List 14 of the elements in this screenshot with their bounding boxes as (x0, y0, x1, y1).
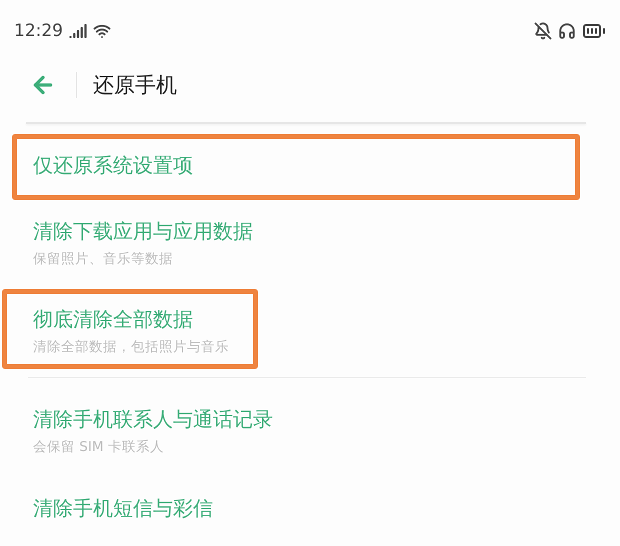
signal-icon (69, 22, 87, 40)
wifi-icon (93, 22, 111, 40)
option-title[interactable]: 清除手机联系人与通话记录 (33, 406, 561, 433)
option-title[interactable]: 清除手机短信与彩信 (33, 495, 561, 522)
page-title: 还原手机 (93, 72, 177, 99)
option-title[interactable]: 彻底清除全部数据 (33, 306, 229, 333)
muted-bell-icon (534, 22, 552, 40)
option-title[interactable]: 仅还原系统设置项 (33, 152, 561, 179)
headphones-icon (558, 22, 576, 40)
status-time: 12:29 (14, 21, 63, 41)
option-subtitle: 保留照片、音乐等数据 (33, 250, 174, 268)
option-subtitle: 会保留 SIM 卡联系人 (33, 438, 165, 456)
option-title[interactable]: 清除下载应用与应用数据 (33, 218, 561, 245)
option-subtitle: 清除全部数据，包括照片与音乐 (33, 338, 229, 356)
